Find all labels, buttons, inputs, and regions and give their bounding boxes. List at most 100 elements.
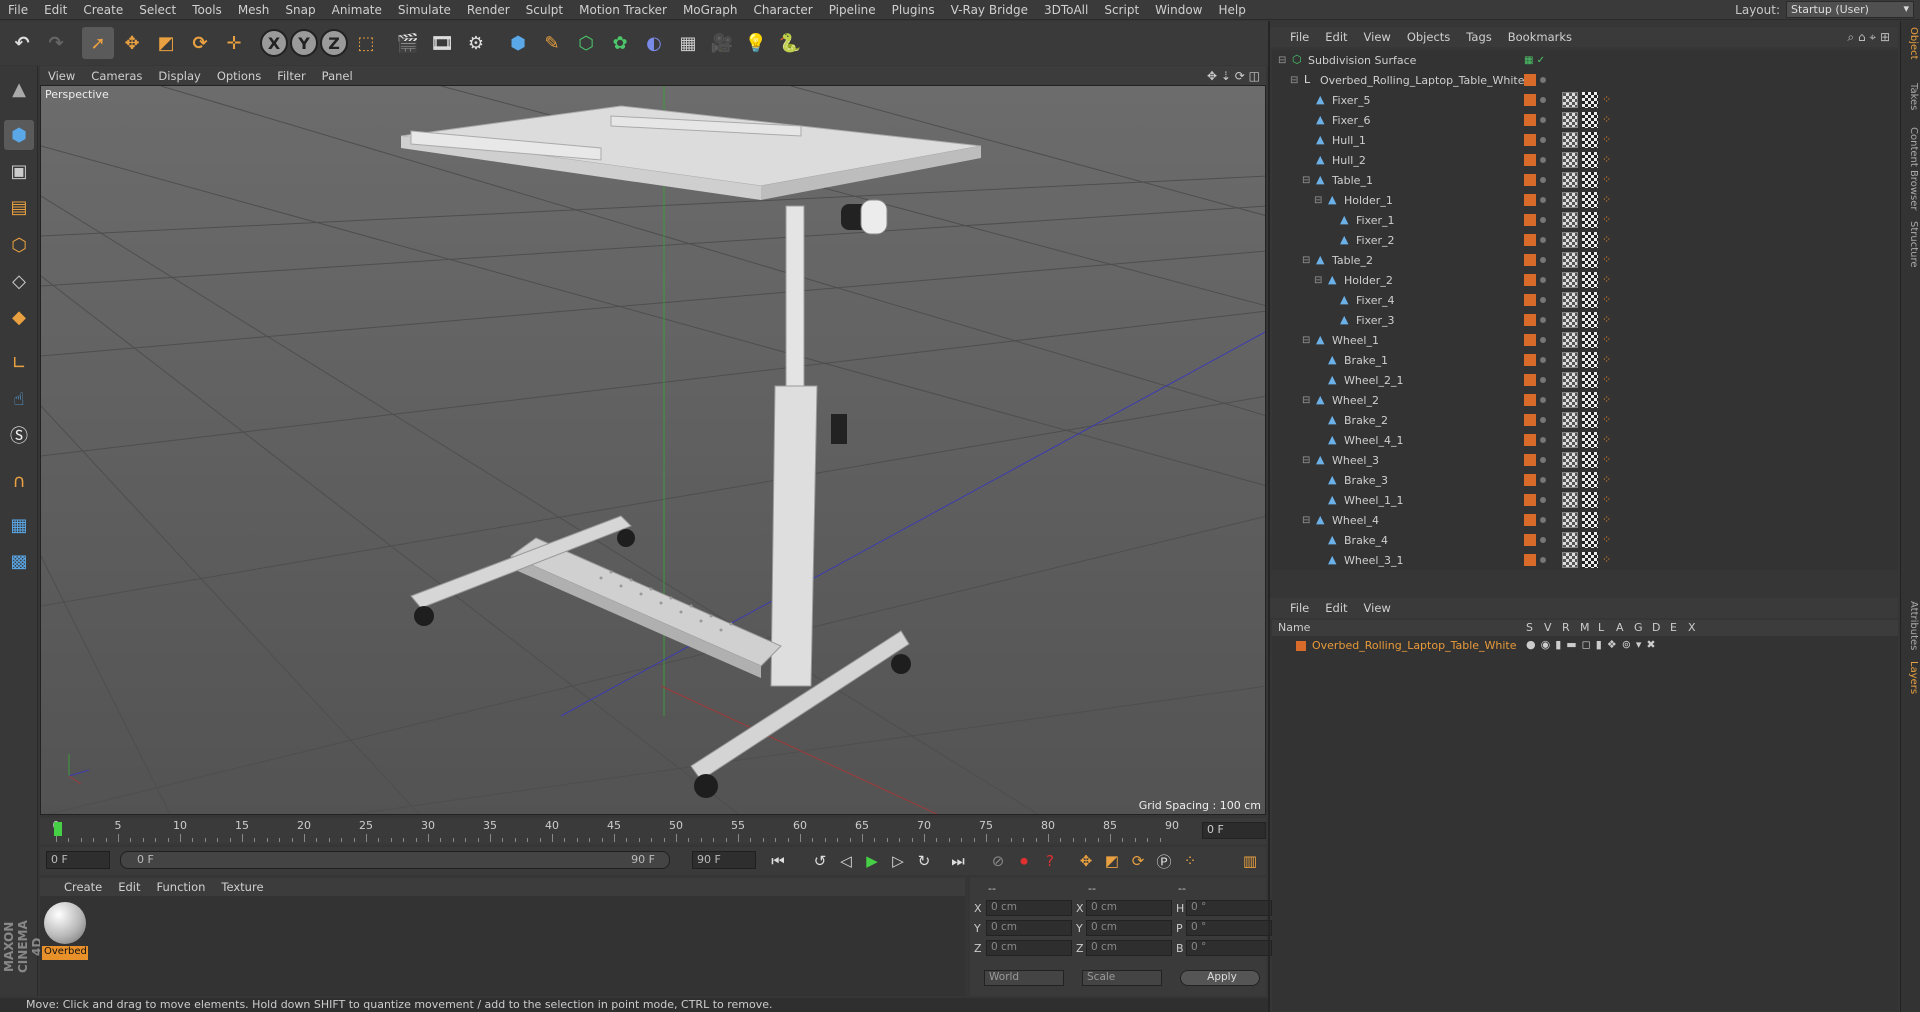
object-name[interactable]: Hull_2 — [1332, 154, 1366, 167]
menu-mograph[interactable]: MoGraph — [675, 3, 746, 17]
visibility-dot-icon[interactable] — [1540, 317, 1546, 323]
viewport-menu-filter[interactable]: Filter — [269, 69, 313, 83]
layer-menu-file[interactable]: File — [1282, 601, 1317, 615]
position-x-field[interactable]: 0 cm — [986, 900, 1072, 916]
menu-window[interactable]: Window — [1147, 3, 1210, 17]
texture-tag-icon[interactable] — [1582, 352, 1598, 368]
viewport-nav-icons[interactable]: ✥ ⇣ ⟳ ◫ — [1207, 69, 1260, 83]
phong-tag-icon[interactable] — [1562, 92, 1578, 108]
layout-dropdown[interactable]: Startup (User) — [1786, 1, 1914, 18]
playhead[interactable] — [54, 822, 62, 836]
visibility-dot-icon[interactable] — [1540, 437, 1546, 443]
object-name[interactable]: Fixer_4 — [1356, 294, 1395, 307]
subdivision-icon[interactable]: ⬡ — [570, 27, 602, 59]
phong-tag-icon[interactable] — [1562, 292, 1578, 308]
object-name[interactable]: Brake_2 — [1344, 414, 1388, 427]
x-axis-icon[interactable]: X — [260, 29, 288, 57]
render-settings-icon[interactable]: ⚙ — [460, 27, 492, 59]
select-tool-icon[interactable]: ➚ — [82, 27, 114, 59]
layer-tag-icon[interactable] — [1524, 134, 1536, 146]
object-row[interactable]: ⊟ ▲ Wheel_2 ⁘ — [1272, 390, 1898, 410]
object-row[interactable]: ▲ Brake_4 ⁘ — [1272, 530, 1898, 550]
material-tag-icon[interactable]: ⁘ — [1602, 373, 1612, 387]
texture-tag-icon[interactable] — [1582, 432, 1598, 448]
key-pla-icon[interactable]: ⁘ — [1178, 849, 1202, 873]
phong-tag-icon[interactable] — [1562, 172, 1578, 188]
visibility-dot-icon[interactable] — [1540, 557, 1546, 563]
y-axis-icon[interactable]: Y — [290, 29, 318, 57]
object-menu-view[interactable]: View — [1356, 30, 1399, 44]
object-row[interactable]: ▲ Wheel_4_1 ⁘ — [1272, 430, 1898, 450]
tab-layers[interactable]: Layers — [1903, 661, 1919, 694]
object-name[interactable]: Wheel_4 — [1332, 514, 1379, 527]
layer-tag-icon[interactable] — [1524, 74, 1536, 86]
enable-checkmark-icon[interactable]: ▦ ✓ — [1524, 55, 1545, 66]
viewport-menu-options[interactable]: Options — [209, 69, 269, 83]
menu-pipeline[interactable]: Pipeline — [821, 3, 884, 17]
material-menu-create[interactable]: Create — [56, 880, 110, 894]
next-key-icon[interactable]: ↻ — [912, 849, 936, 873]
phong-tag-icon[interactable] — [1562, 332, 1578, 348]
layer-tag-icon[interactable] — [1524, 154, 1536, 166]
menu-create[interactable]: Create — [75, 3, 131, 17]
frame-range-slider[interactable]: 0 F 90 F — [120, 851, 670, 869]
layer-column-header[interactable]: D — [1652, 621, 1660, 634]
expand-toggle-icon[interactable]: ⊟ — [1302, 455, 1310, 466]
layer-column-header[interactable]: A — [1616, 621, 1624, 634]
texture-tag-icon[interactable] — [1582, 192, 1598, 208]
tweak-icon[interactable]: ☝ — [4, 384, 34, 414]
visibility-dot-icon[interactable] — [1540, 477, 1546, 483]
magnet-icon[interactable]: ∩ — [4, 466, 34, 496]
layer-flag-icons[interactable]: ●◉▮▬◻▮❖⊚▾✖ — [1526, 638, 1661, 651]
visibility-dot-icon[interactable] — [1540, 177, 1546, 183]
expand-toggle-icon[interactable]: ⊟ — [1278, 55, 1286, 66]
material-tag-icon[interactable]: ⁘ — [1602, 253, 1612, 267]
layer-tag-icon[interactable] — [1524, 194, 1536, 206]
material-tag-icon[interactable]: ⁘ — [1602, 133, 1612, 147]
object-row[interactable]: ⊟ ▲ Table_1 ⁘ — [1272, 170, 1898, 190]
object-row[interactable]: ▲ Wheel_3_1 ⁘ — [1272, 550, 1898, 570]
timeline[interactable]: 051015202530354045505560657075808590 0 F — [40, 818, 1266, 844]
menu-edit[interactable]: Edit — [36, 3, 75, 17]
object-row[interactable]: ▲ Brake_2 ⁘ — [1272, 410, 1898, 430]
layer-name[interactable]: Overbed_Rolling_Laptop_Table_White — [1312, 639, 1517, 652]
expand-toggle-icon[interactable]: ⊟ — [1314, 195, 1322, 206]
layer-tag-icon[interactable] — [1524, 494, 1536, 506]
3d-viewport[interactable]: Perspective Grid Spacing : 100 cm — [40, 85, 1266, 815]
expand-toggle-icon[interactable]: ⊟ — [1302, 515, 1310, 526]
scale-tool-icon[interactable]: ◩ — [150, 27, 182, 59]
phong-tag-icon[interactable] — [1562, 232, 1578, 248]
expand-toggle-icon[interactable]: ⊟ — [1302, 395, 1310, 406]
previous-frame-icon[interactable]: ◁ — [834, 849, 858, 873]
object-menu-objects[interactable]: Objects — [1399, 30, 1458, 44]
object-row[interactable]: ⊟ ⬡ Subdivision Surface ▦ ✓ — [1272, 50, 1898, 70]
material-tag-icon[interactable]: ⁘ — [1602, 113, 1612, 127]
viewport-menu-panel[interactable]: Panel — [314, 69, 361, 83]
tab-takes[interactable]: Takes — [1903, 83, 1919, 110]
object-name[interactable]: Wheel_3 — [1332, 454, 1379, 467]
camera-icon[interactable]: 🎥 — [706, 27, 738, 59]
visibility-dot-icon[interactable] — [1540, 377, 1546, 383]
layer-tag-icon[interactable] — [1524, 354, 1536, 366]
menu-sculpt[interactable]: Sculpt — [518, 3, 571, 17]
texture-tag-icon[interactable] — [1582, 272, 1598, 288]
object-name[interactable]: Hull_1 — [1332, 134, 1366, 147]
visibility-dot-icon[interactable] — [1540, 197, 1546, 203]
phong-tag-icon[interactable] — [1562, 532, 1578, 548]
layer-column-header[interactable]: V — [1544, 621, 1552, 634]
visibility-dot-icon[interactable] — [1540, 537, 1546, 543]
menu-tools[interactable]: Tools — [184, 3, 230, 17]
material-tag-icon[interactable]: ⁘ — [1602, 553, 1612, 567]
key-parameter-icon[interactable]: Ⓟ — [1152, 849, 1176, 873]
move-tool-icon[interactable]: ✥ — [116, 27, 148, 59]
texture-mode-icon[interactable]: ▣ — [4, 156, 34, 186]
material-name-label[interactable]: Overbed — [42, 946, 88, 960]
object-name[interactable]: Brake_3 — [1344, 474, 1388, 487]
layer-column-header[interactable]: G — [1634, 621, 1643, 634]
texture-tag-icon[interactable] — [1582, 512, 1598, 528]
menu-simulate[interactable]: Simulate — [390, 3, 459, 17]
object-row[interactable]: ⊟ ▲ Holder_1 ⁘ — [1272, 190, 1898, 210]
object-name[interactable]: Fixer_5 — [1332, 94, 1371, 107]
phong-tag-icon[interactable] — [1562, 472, 1578, 488]
menu-3dtoall[interactable]: 3DToAll — [1036, 3, 1096, 17]
